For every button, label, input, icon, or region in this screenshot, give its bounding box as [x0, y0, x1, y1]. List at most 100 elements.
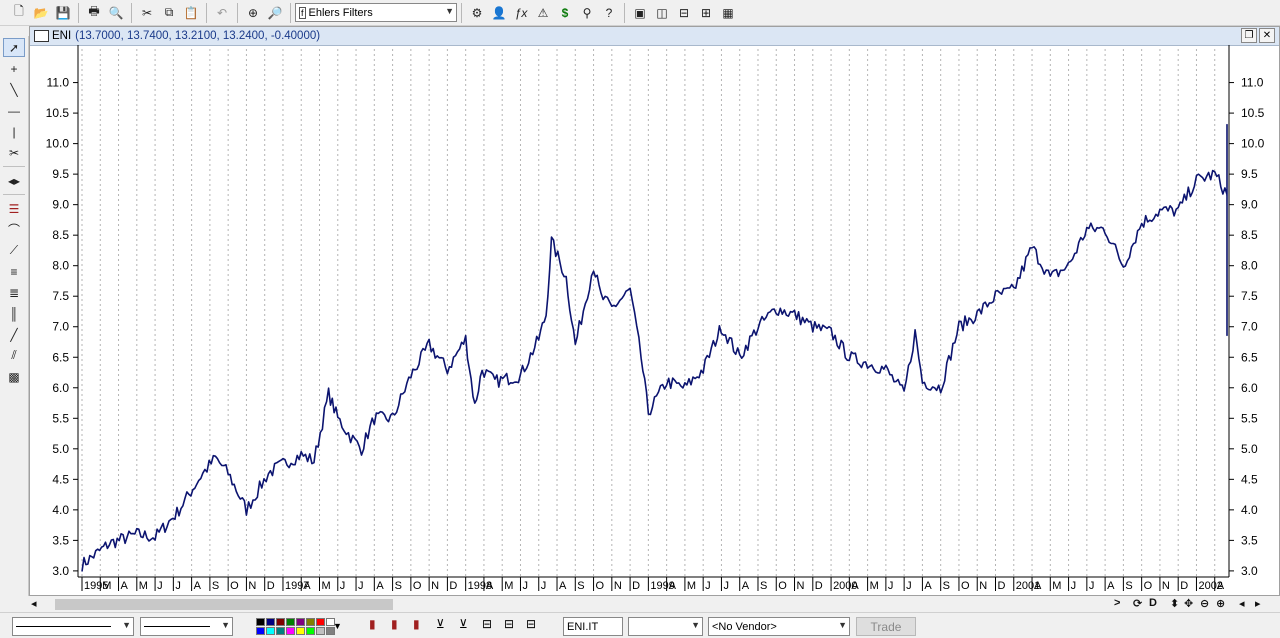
x-tick-label: O — [596, 580, 605, 592]
color-swatch[interactable] — [306, 618, 315, 626]
chevron-down-icon[interactable]: ▼ — [838, 620, 847, 630]
pane-merge-icon[interactable]: ⊟ — [526, 617, 536, 631]
expert-icon[interactable]: 👤 — [489, 3, 509, 23]
pan-icon[interactable]: ✥ — [1184, 597, 1193, 610]
open-icon[interactable]: 📂 — [31, 3, 51, 23]
arc-icon[interactable]: ⌒ — [3, 220, 25, 239]
window-buttons: ❐ ✕ — [1239, 28, 1275, 43]
chevron-down-icon[interactable]: ▼ — [445, 6, 454, 16]
pane-icon[interactable]: ⊟ — [482, 617, 492, 631]
function-small-icon: f — [299, 6, 306, 19]
function-icon[interactable]: ƒx — [511, 3, 531, 23]
candle-chart-icon[interactable]: ▮ — [391, 617, 398, 631]
line-tool-icon[interactable]: ╱ — [3, 325, 25, 344]
vertical-zoom-icon[interactable]: ⬍ — [1170, 597, 1179, 610]
arrows-icon[interactable]: ◂▸ — [3, 171, 25, 190]
print-icon[interactable]: 🖶 — [84, 3, 104, 23]
color-swatch[interactable] — [296, 618, 305, 626]
tile-icon[interactable]: ⊞ — [696, 3, 716, 23]
tile-horizontal-icon[interactable]: ⊟ — [674, 3, 694, 23]
color-swatch[interactable] — [316, 618, 325, 626]
cut-icon[interactable]: ✂ — [137, 3, 157, 23]
horizontal-scrollbar[interactable] — [41, 598, 1131, 610]
bar-chart-icon[interactable]: ▮ — [369, 617, 376, 631]
scroll-left-icon[interactable]: ◂ — [31, 597, 37, 610]
line-chart-icon[interactable]: ▮ — [413, 617, 420, 631]
zoom-out-icon[interactable]: ⊖ — [1200, 597, 1209, 610]
layout-icon[interactable]: ▦ — [718, 3, 738, 23]
x-tick-label: S — [212, 580, 219, 592]
daily-button[interactable]: D — [1149, 597, 1157, 609]
vertical-line-icon[interactable]: | — [3, 122, 25, 141]
zoom-icon[interactable]: 🔎 — [265, 3, 285, 23]
indicator-icon[interactable]: ⚙ — [467, 3, 487, 23]
pointer-icon[interactable]: ➚ — [3, 38, 25, 57]
color-swatch[interactable] — [276, 618, 285, 626]
scrollbar-thumb[interactable] — [55, 599, 393, 610]
color-swatch[interactable] — [256, 627, 265, 635]
pane-split-icon[interactable]: ⊟ — [504, 617, 514, 631]
line-width-select[interactable]: ▼ — [140, 617, 233, 636]
tile-vertical-icon[interactable]: ◫ — [652, 3, 672, 23]
chevron-down-icon[interactable]: ▼ — [691, 620, 700, 630]
price-series-line[interactable] — [81, 123, 1228, 572]
print-preview-icon[interactable]: 🔍 — [106, 3, 126, 23]
page-right-icon[interactable]: ▸ — [1255, 597, 1261, 610]
color-swatch[interactable] — [316, 627, 325, 635]
copy-icon[interactable]: ⧉ — [159, 3, 179, 23]
insert-icon[interactable]: ⊻ — [436, 617, 445, 631]
toolbar-separator — [237, 2, 238, 23]
save-icon[interactable]: 💾 — [53, 3, 73, 23]
scroll-right-button[interactable]: > — [1114, 597, 1120, 609]
close-icon[interactable]: ✕ — [1259, 28, 1275, 43]
crosshair-icon[interactable]: ⊕ — [243, 3, 263, 23]
crosshair-tool-icon[interactable]: + — [3, 59, 25, 78]
window-icon[interactable]: ▣ — [630, 3, 650, 23]
trade-button[interactable]: Trade — [856, 617, 916, 636]
fibonacci-icon[interactable]: ≡ — [3, 262, 25, 281]
system-icon[interactable]: ⚠ — [533, 3, 553, 23]
undo-icon[interactable]: ↶ — [212, 3, 232, 23]
cycle-lines-icon[interactable]: ║ — [3, 304, 25, 323]
scissors-icon[interactable]: ✂ — [3, 143, 25, 162]
restore-icon[interactable]: ❐ — [1241, 28, 1257, 43]
x-tick-label: M — [102, 580, 111, 592]
x-tick-label: A — [376, 580, 384, 592]
color-swatch[interactable] — [296, 627, 305, 635]
paste-icon[interactable]: 📋 — [181, 3, 201, 23]
y-tick-label: 11.0 — [47, 76, 70, 90]
chevron-down-icon[interactable]: ▼ — [122, 620, 131, 630]
price-chart[interactable]: 3.0 3.0 3.5 3.5 4.0 4.0 4.5 4.5 5.0 5.0 5.5 5.5 6.0 6… — [30, 45, 1279, 597]
color-swatch[interactable] — [306, 627, 315, 635]
color-swatch[interactable] — [276, 627, 285, 635]
zoom-in-icon[interactable]: ⊕ — [1216, 597, 1225, 610]
palette-dropdown-icon[interactable]: ▼ — [333, 621, 342, 631]
vendor-select[interactable]: <No Vendor> ▼ — [708, 617, 850, 636]
interval-select[interactable]: ▼ — [628, 617, 703, 636]
toolbar-separator — [290, 2, 291, 23]
color-swatch[interactable] — [286, 627, 295, 635]
color-swatch[interactable] — [266, 627, 275, 635]
color-swatch[interactable] — [286, 618, 295, 626]
dollar-icon[interactable]: $ — [555, 3, 575, 23]
symbol-input[interactable]: ENI.IT — [563, 617, 623, 636]
export-icon[interactable]: ⊻ — [459, 617, 468, 631]
help-icon[interactable]: ? — [599, 3, 619, 23]
chevron-down-icon[interactable]: ▼ — [221, 620, 230, 630]
channel-icon[interactable]: ☰ — [3, 199, 25, 218]
trendline-icon[interactable]: ╲ — [3, 80, 25, 99]
line-style-select[interactable]: ▼ — [12, 617, 134, 636]
color-swatch[interactable] — [256, 618, 265, 626]
color-swatch[interactable] — [266, 618, 275, 626]
new-icon[interactable]: 🗋 — [9, 3, 29, 23]
page-left-icon[interactable]: ◂ — [1239, 597, 1245, 610]
indicator-select[interactable]: f Ehlers Filters ▼ — [295, 3, 457, 22]
horizontal-line-icon[interactable]: — — [3, 101, 25, 120]
grid-tool-icon[interactable]: ▩ — [3, 367, 25, 386]
retracement-icon[interactable]: ≣ — [3, 283, 25, 302]
fan-icon[interactable]: ⟋ — [3, 241, 25, 260]
refresh-icon[interactable]: ⟳ — [1133, 597, 1142, 610]
binoculars-icon[interactable]: ⚲ — [577, 3, 597, 23]
gann-fan-icon[interactable]: ⫽ — [3, 346, 25, 365]
color-palette[interactable] — [256, 618, 335, 635]
